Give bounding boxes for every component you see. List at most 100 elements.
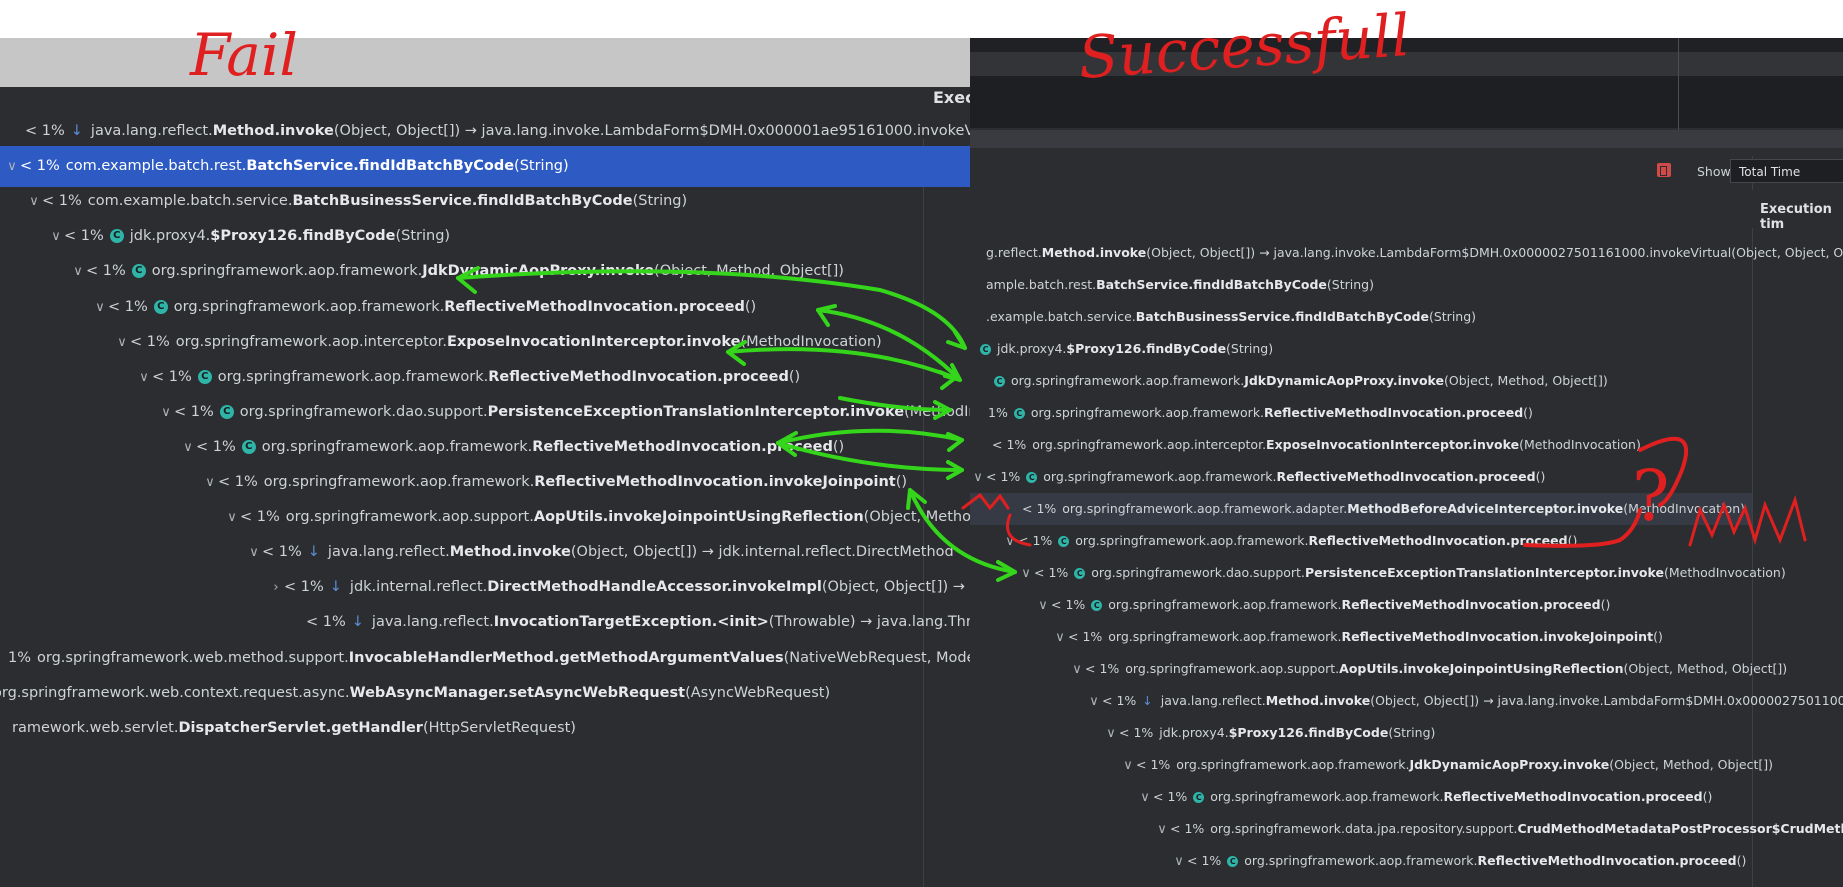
method-signature: (Object, Object[]) → java.lang.invoke.La… (333, 123, 970, 139)
right-tree-row[interactable]: ∨ < 1% org.springframework.aop.support.Aop… (970, 653, 1787, 686)
method-package: jdk.proxy4. (1159, 725, 1229, 740)
method-package: org.springframework.aop.interceptor. (1032, 437, 1267, 452)
method-name: BatchBusinessService.findIdBatchByCode (1135, 309, 1429, 324)
method-name: ReflectiveMethodInvocation.proceed (1443, 789, 1703, 804)
method-signature: (String) (1326, 277, 1374, 292)
spring-class-icon: C (1193, 792, 1205, 803)
right-tree-row[interactable]: Corg.springframework.aop.framework.JdkDy… (970, 365, 1752, 397)
spring-class-icon: C (1026, 472, 1038, 483)
right-tree-row[interactable]: < 1% org.springframework.aop.framework.ad… (970, 493, 1752, 525)
expand-toggle-icon[interactable]: ∨ (1137, 782, 1153, 814)
method-name: Method.invoke (1265, 693, 1371, 708)
method-signature: () (1653, 629, 1663, 644)
expand-toggle-icon[interactable]: ∨ (1002, 526, 1018, 558)
right-tree-row[interactable]: ∨ < 1% Corg.springframework.aop.framework.… (970, 461, 1752, 493)
expand-toggle-icon[interactable]: ∨ (1052, 622, 1068, 654)
right-tree-row[interactable]: 1% Corg.springframework.aop.framework.Ref… (970, 397, 1752, 429)
right-tree-row[interactable]: ∨ < 1% ↓ java.lang.reflect.Method.invoke(Ob… (970, 685, 1843, 718)
right-tree-row[interactable]: ample.batch.rest.BatchService.findIdBatc… (970, 269, 1752, 301)
left-column-header[interactable]: Execution (933, 88, 970, 107)
right-tree-row[interactable]: ∨ < 1% jdk.proxy4.$Proxy126.findByCode(Str… (970, 717, 1752, 749)
right-timeline-area (970, 76, 1843, 128)
method-package: com.example.batch.service. (87, 193, 293, 210)
expand-toggle-icon[interactable]: ∨ (1103, 718, 1119, 750)
right-tree-row[interactable]: .example.batch.service.BatchBusinessServ… (970, 301, 1752, 333)
down-arrow-icon: ↓ (351, 614, 364, 631)
percent-value: 1% (988, 405, 1008, 420)
method-package: org.springframework.web.context.request.… (0, 684, 350, 701)
method-signature: () (744, 298, 757, 315)
method-signature: (MethodInvocation) (1623, 501, 1745, 516)
spring-class-icon: C (1227, 856, 1239, 867)
method-package: java.lang.reflect. (371, 614, 494, 631)
method-package: org.springframework.aop.framework. (173, 298, 445, 315)
method-signature: (Throwable) → java.lang.Throw (768, 614, 970, 631)
percent-value: < 1% (86, 263, 126, 280)
method-package: org.springframework.aop.framework. (1075, 533, 1309, 548)
percent-value: < 1% (986, 469, 1021, 484)
right-tree-row[interactable]: g.reflect.Method.invoke(Object, Object[]… (970, 237, 1843, 269)
right-tree-row[interactable]: < 1% org.springframework.aop.interceptor.… (970, 429, 1752, 461)
right-tree-row[interactable]: ∨ < 1% Corg.springframework.aop.framework.… (970, 781, 1752, 813)
method-package: org.springframework.aop.framework. (1244, 853, 1478, 868)
method-signature: (Object, Method, Object[]) (1623, 661, 1788, 676)
expand-toggle-icon[interactable]: ∨ (1120, 750, 1136, 782)
method-signature: (Object, Method, Object[]) (1444, 373, 1608, 388)
export-icon[interactable] (1657, 163, 1671, 177)
right-tree-row[interactable]: ∨ < 1% Corg.springframework.aop.framework.… (970, 589, 1752, 621)
right-tree-row[interactable]: ∨ < 1% org.springframework.data.jpa.reposi… (970, 813, 1843, 846)
spring-class-icon: C (994, 376, 1005, 387)
percent-value: < 1% (174, 403, 214, 420)
right-tree-row[interactable]: Cjdk.proxy4.$Proxy126.findByCode(String) (970, 333, 1752, 365)
expand-toggle-icon[interactable]: ∨ (1035, 590, 1051, 622)
method-package: org.springframework.aop.framework. (151, 263, 423, 280)
method-package: jdk.proxy4. (997, 341, 1067, 356)
method-name: ExposeInvocationInterceptor.invoke (1266, 437, 1520, 452)
spring-class-icon: C (1058, 536, 1070, 547)
method-signature: (NativeWebRequest, ModelAnc (783, 649, 970, 666)
expand-toggle-icon[interactable]: ∨ (970, 462, 986, 494)
method-package: org.springframework.data.jpa.repository.… (1210, 821, 1518, 836)
method-signature: (String) (514, 158, 569, 175)
expand-toggle-icon[interactable]: ∨ (1018, 558, 1034, 590)
percent-value: < 1% (1022, 501, 1057, 516)
method-name: $Proxy126.findByCode (1066, 341, 1227, 356)
method-name: AopUtils.invokeJoinpointUsingReflection (533, 509, 864, 526)
percent-value: < 1% (108, 298, 148, 315)
percent-value: < 1% (64, 228, 104, 245)
method-name: BatchService.findIdBatchByCode (246, 158, 515, 175)
expand-toggle-icon[interactable]: ∨ (1154, 814, 1170, 846)
method-signature: (Object, Metho (863, 509, 970, 526)
method-package: org.springframework.aop.support. (285, 509, 534, 526)
method-name: DirectMethodHandleAccessor.invokeImpl (487, 579, 822, 596)
method-signature: () (788, 368, 801, 385)
method-name: DispatcherServlet.getHandler (178, 719, 423, 736)
right-column-header[interactable]: Execution tim (1760, 202, 1843, 232)
left-tree-row[interactable]: ramework.web.servlet.DispatcherServlet.g… (0, 708, 924, 749)
method-name: CrudMethodMetadataPostProcessor$CrudMeth… (1517, 821, 1843, 836)
method-package: org.springframework.dao.support. (239, 403, 488, 420)
right-tree-row[interactable]: ∨ < 1% org.springframework.aop.framework.J… (970, 749, 1773, 782)
right-tree-row[interactable]: ∨ < 1% Corg.springframework.aop.framework.… (970, 845, 1752, 877)
method-package: ample.batch.rest. (986, 277, 1097, 292)
spring-class-icon: C (109, 229, 124, 244)
expand-toggle-icon[interactable]: ∨ (1171, 846, 1187, 878)
method-name: ReflectiveMethodInvocation.proceed (488, 368, 789, 385)
right-tree-row[interactable]: ∨ < 1% org.springframework.aop.framework.R… (970, 621, 1752, 653)
right-tree-row[interactable]: ∨ < 1% Corg.springframework.dao.support.Pe… (970, 557, 1786, 590)
percent-value: < 1% (262, 544, 302, 561)
right-tree-row[interactable]: ∨ < 1% Corg.springframework.aop.framework.… (970, 525, 1752, 557)
percent-value: < 1% (1051, 597, 1086, 612)
method-package: org.springframework.aop.framework. (1176, 757, 1410, 772)
method-package: org.springframework.aop.framework. (1210, 789, 1444, 804)
method-name: ReflectiveMethodInvocation.proceed (1276, 469, 1536, 484)
method-name: BatchService.findIdBatchByCode (1096, 277, 1327, 292)
method-signature: (String) (395, 228, 451, 245)
percent-value: < 1% (130, 333, 170, 350)
method-package: jdk.proxy4. (129, 228, 211, 245)
show-select[interactable]: Total Time (1730, 159, 1843, 183)
method-signature: () (1523, 405, 1533, 420)
expand-toggle-icon[interactable]: ∨ (1069, 654, 1085, 686)
method-signature: (String) (1226, 341, 1274, 356)
expand-toggle-icon[interactable]: ∨ (1086, 686, 1102, 718)
